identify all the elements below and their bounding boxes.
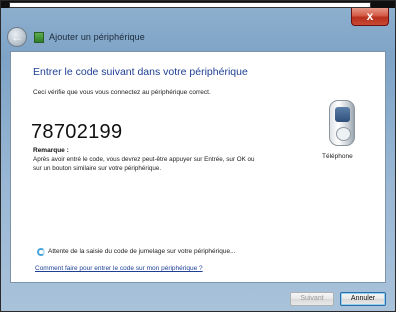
- top-strip: [1, 1, 395, 8]
- dialog-window: x ← Ajouter un périphérique Entrer le co…: [0, 0, 396, 312]
- cancel-button[interactable]: Annuler: [340, 292, 386, 306]
- close-button[interactable]: x: [351, 8, 389, 26]
- top-strip-notch: [9, 2, 371, 8]
- phone-screen: [335, 107, 350, 122]
- title-bar: ← Ajouter un périphérique: [7, 27, 387, 49]
- pairing-code: 78702199: [31, 121, 123, 143]
- remark-text: Après avoir entré le code, vous devrez p…: [33, 156, 255, 172]
- phone-icon: [329, 100, 359, 148]
- bluetooth-device-icon: [34, 32, 44, 43]
- spinner-icon: [37, 248, 45, 256]
- help-link[interactable]: Comment faire pour entrer le code sur mo…: [35, 265, 203, 272]
- waiting-status: Attente de la saisie du code de jumelage…: [48, 248, 236, 255]
- window-title: Ajouter un périphérique: [49, 32, 145, 42]
- description-text: Ceci vérifie que vous vous connectez au …: [33, 89, 211, 96]
- content-panel: Entrer le code suivant dans votre périph…: [10, 51, 386, 283]
- back-arrow-icon[interactable]: ←: [7, 27, 27, 47]
- page-heading: Entrer le code suivant dans votre périph…: [33, 66, 248, 78]
- next-button[interactable]: Suivant: [290, 292, 334, 306]
- device-label: Téléphone: [322, 153, 353, 160]
- phone-body: [329, 100, 355, 146]
- phone-keypad: [336, 127, 351, 141]
- footer-bar: Suivant Annuler: [10, 284, 386, 310]
- remark-label: Remarque :: [33, 147, 69, 154]
